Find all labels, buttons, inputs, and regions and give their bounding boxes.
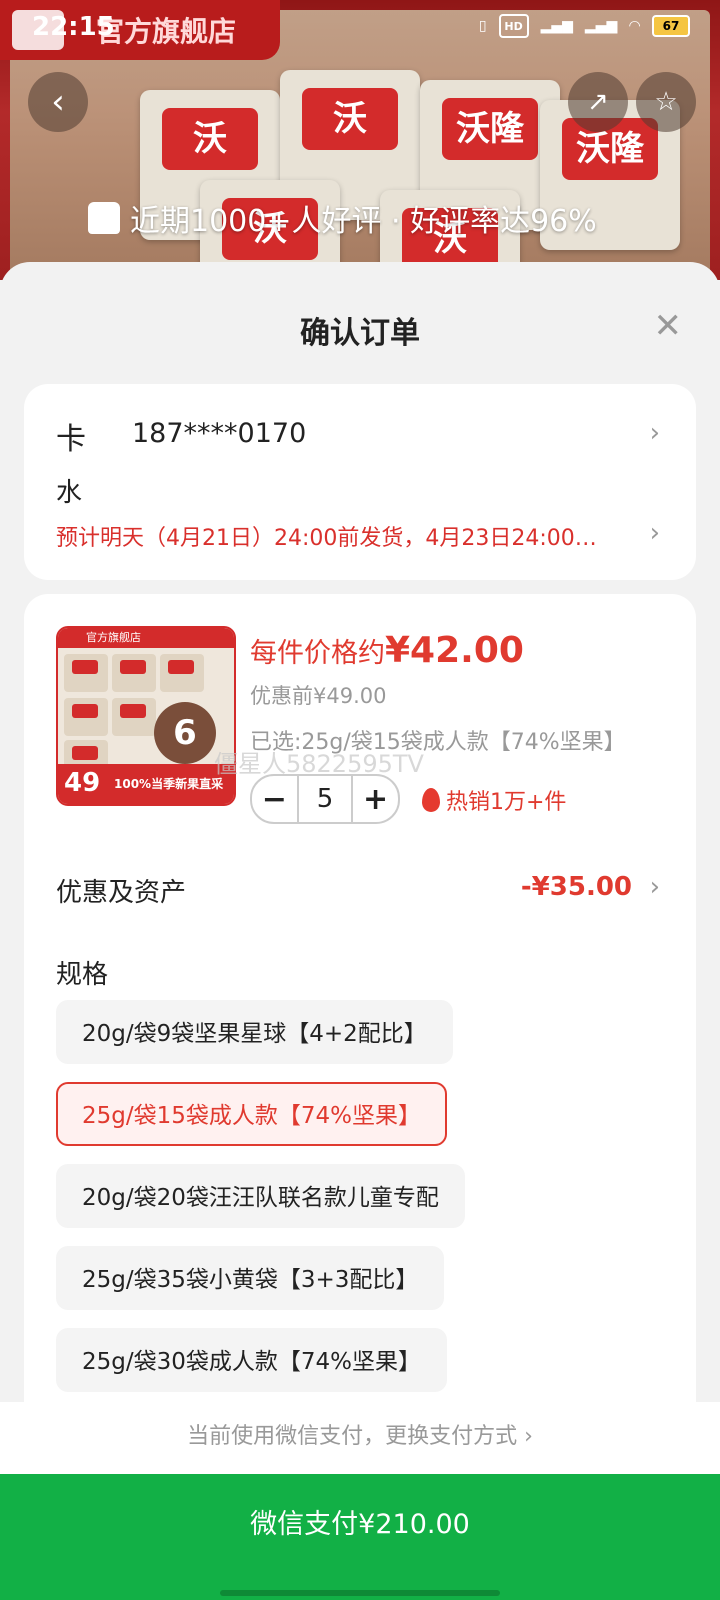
recipient-phone: 187****0170 [132,418,307,449]
signal-4g-icon: ▂▄▆ [540,18,573,34]
battery-icon: 67 [652,15,690,37]
hot-sales-badge: 热销1万+件 [422,784,566,816]
spec-option-selected[interactable]: 25g/袋15袋成人款【74%坚果】 [56,1082,448,1146]
list-star-icon: ☆ [654,87,678,117]
home-indicator [220,1590,500,1596]
order-sheet: 确认订单 ✕ 卡 187****0170 › 水 预计明天（4月21日）24:0… [0,262,720,1600]
product-thumbnail[interactable]: 官方旗舰店 6 49 100%当季新果直采 [56,626,236,806]
vibrate-icon: ▯ [478,18,487,34]
address-line: 水 [56,478,83,508]
discount-label[interactable]: 优惠及资产 [56,872,186,909]
back-button[interactable]: ‹ [28,72,88,132]
chevron-right-icon: › [649,418,660,448]
price-value: ¥42.00 [385,630,524,671]
pay-button-label: 微信支付¥210.00 [250,1509,470,1540]
signal-5g-icon: ▂▄▆ [584,18,618,34]
spec-option[interactable]: 20g/袋9袋坚果星球【4+2配比】 [56,1000,453,1064]
decrease-button[interactable]: − [252,776,297,822]
wifi-icon: ◠ [629,18,640,34]
recipient-name: 卡 [56,422,86,457]
original-price: 优惠前¥49.00 [250,684,387,708]
spec-option[interactable]: 25g/袋35袋小黄袋【3+3配比】 [56,1246,445,1310]
thumbs-up-icon [88,202,120,234]
favorite-list-button[interactable]: ☆ [636,72,696,132]
increase-button[interactable]: + [353,776,398,822]
sheet-title: 确认订单 [300,316,420,351]
hd-icon: HD [498,14,529,38]
shipping-estimate: 预计明天（4月21日）24:00前发货，4月23日24:00前送达 [56,526,616,551]
spec-option[interactable]: 20g/袋20袋汪汪队联名款儿童专配 [56,1164,465,1228]
address-card[interactable]: 卡 187****0170 › 水 预计明天（4月21日）24:00前发货，4月… [24,384,696,580]
spec-option[interactable]: 25g/袋30袋成人款【74%坚果】 [56,1328,448,1392]
rating-summary: 近期1000+人好评 · 好评率达96% [88,196,597,240]
spec-title: 规格 [56,960,109,990]
quantity-value[interactable]: 5 [296,776,354,822]
payment-method-hint[interactable]: 当前使用微信支付，更换支付方式 › [0,1418,720,1450]
rating-text: 近期1000+人好评 · 好评率达96% [130,204,597,239]
wechat-pay-button[interactable]: 微信支付¥210.00 [0,1474,720,1600]
share-button[interactable]: ↗ [568,72,628,132]
fire-icon [422,788,440,812]
status-time: 22:15 [32,12,115,42]
unit-price: 每件价格约¥42.00 [250,630,524,671]
chevron-left-icon: ‹ [51,82,65,122]
status-bar: 22:15 ▯ HD ▂▄▆ ▂▄▆ ◠ 67 [0,0,720,56]
quantity-stepper: − 5 + [250,774,400,824]
chevron-right-icon[interactable]: › [650,518,660,548]
discount-value[interactable]: -¥35.00 [521,872,632,902]
payment-method-bar[interactable]: 当前使用微信支付，更换支付方式 › [0,1402,720,1474]
close-icon[interactable]: ✕ [654,306,683,346]
share-icon: ↗ [587,87,609,117]
chevron-right-icon[interactable]: › [650,872,660,902]
